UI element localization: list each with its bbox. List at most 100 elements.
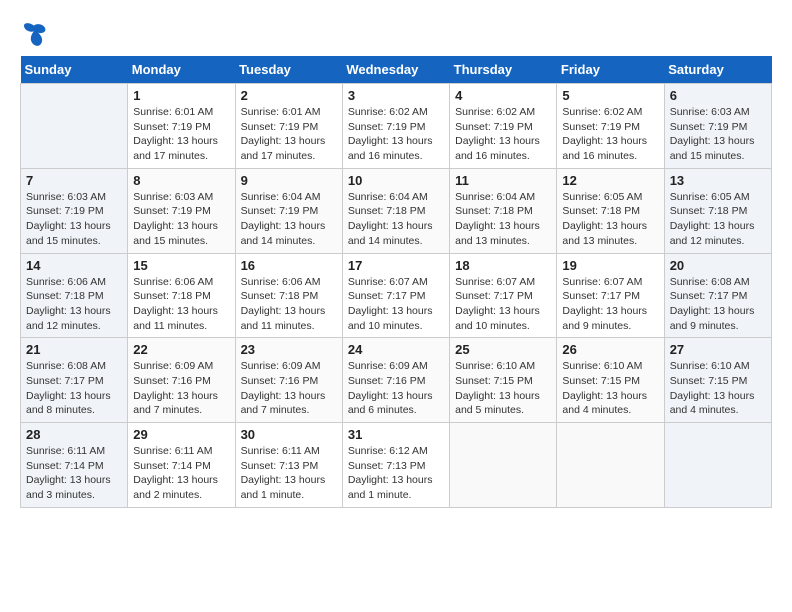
- calendar-cell: 6 Sunrise: 6:03 AMSunset: 7:19 PMDaylight…: [664, 84, 771, 169]
- day-info: Sunrise: 6:08 AMSunset: 7:17 PMDaylight:…: [670, 275, 766, 334]
- day-info: Sunrise: 6:10 AMSunset: 7:15 PMDaylight:…: [455, 359, 551, 418]
- calendar-cell: 16 Sunrise: 6:06 AMSunset: 7:18 PMDayligh…: [235, 253, 342, 338]
- day-number: 15: [133, 258, 229, 273]
- calendar-cell: 23 Sunrise: 6:09 AMSunset: 7:16 PMDayligh…: [235, 338, 342, 423]
- calendar-cell: 25 Sunrise: 6:10 AMSunset: 7:15 PMDayligh…: [450, 338, 557, 423]
- day-info: Sunrise: 6:01 AMSunset: 7:19 PMDaylight:…: [133, 105, 229, 164]
- calendar-cell: 13 Sunrise: 6:05 AMSunset: 7:18 PMDayligh…: [664, 168, 771, 253]
- calendar-cell: 31 Sunrise: 6:12 AMSunset: 7:13 PMDayligh…: [342, 423, 449, 508]
- day-info: Sunrise: 6:09 AMSunset: 7:16 PMDaylight:…: [241, 359, 337, 418]
- day-info: Sunrise: 6:05 AMSunset: 7:18 PMDaylight:…: [562, 190, 658, 249]
- bird-icon: [20, 20, 48, 48]
- calendar-cell: 11 Sunrise: 6:04 AMSunset: 7:18 PMDayligh…: [450, 168, 557, 253]
- day-number: 31: [348, 427, 444, 442]
- day-number: 1: [133, 88, 229, 103]
- day-number: 4: [455, 88, 551, 103]
- day-number: 29: [133, 427, 229, 442]
- calendar-cell: 22 Sunrise: 6:09 AMSunset: 7:16 PMDayligh…: [128, 338, 235, 423]
- day-info: Sunrise: 6:07 AMSunset: 7:17 PMDaylight:…: [455, 275, 551, 334]
- calendar-cell: 12 Sunrise: 6:05 AMSunset: 7:18 PMDayligh…: [557, 168, 664, 253]
- day-info: Sunrise: 6:06 AMSunset: 7:18 PMDaylight:…: [133, 275, 229, 334]
- day-number: 8: [133, 173, 229, 188]
- logo: [20, 20, 52, 48]
- day-info: Sunrise: 6:03 AMSunset: 7:19 PMDaylight:…: [26, 190, 122, 249]
- day-header-tuesday: Tuesday: [235, 56, 342, 84]
- calendar-cell: 30 Sunrise: 6:11 AMSunset: 7:13 PMDayligh…: [235, 423, 342, 508]
- calendar-cell: 19 Sunrise: 6:07 AMSunset: 7:17 PMDayligh…: [557, 253, 664, 338]
- day-number: 28: [26, 427, 122, 442]
- day-info: Sunrise: 6:05 AMSunset: 7:18 PMDaylight:…: [670, 190, 766, 249]
- day-number: 30: [241, 427, 337, 442]
- day-info: Sunrise: 6:11 AMSunset: 7:14 PMDaylight:…: [26, 444, 122, 503]
- calendar-cell: [664, 423, 771, 508]
- day-number: 25: [455, 342, 551, 357]
- calendar-cell: 26 Sunrise: 6:10 AMSunset: 7:15 PMDayligh…: [557, 338, 664, 423]
- day-number: 26: [562, 342, 658, 357]
- day-info: Sunrise: 6:03 AMSunset: 7:19 PMDaylight:…: [670, 105, 766, 164]
- calendar-cell: 5Sunrise: 6:02 AMSunset: 7:19 PMDaylight…: [557, 84, 664, 169]
- calendar-cell: 3 Sunrise: 6:02 AMSunset: 7:19 PMDaylight…: [342, 84, 449, 169]
- day-number: 13: [670, 173, 766, 188]
- day-number: 17: [348, 258, 444, 273]
- day-number: 9: [241, 173, 337, 188]
- day-number: 23: [241, 342, 337, 357]
- calendar-cell: 29 Sunrise: 6:11 AMSunset: 7:14 PMDayligh…: [128, 423, 235, 508]
- day-number: 27: [670, 342, 766, 357]
- day-info: Sunrise: 6:02 AMSunset: 7:19 PMDaylight:…: [455, 105, 551, 164]
- day-number: 18: [455, 258, 551, 273]
- week-row-3: 14Sunrise: 6:06 AMSunset: 7:18 PMDayligh…: [21, 253, 772, 338]
- day-header-saturday: Saturday: [664, 56, 771, 84]
- calendar-cell: 4 Sunrise: 6:02 AMSunset: 7:19 PMDaylight…: [450, 84, 557, 169]
- calendar-cell: 28 Sunrise: 6:11 AMSunset: 7:14 PMDayligh…: [21, 423, 128, 508]
- calendar-cell: 1 Sunrise: 6:01 AMSunset: 7:19 PMDaylight…: [128, 84, 235, 169]
- calendar-cell: 8 Sunrise: 6:03 AMSunset: 7:19 PMDaylight…: [128, 168, 235, 253]
- day-number: 16: [241, 258, 337, 273]
- calendar-cell: 24 Sunrise: 6:09 AMSunset: 7:16 PMDayligh…: [342, 338, 449, 423]
- day-number: 5: [562, 88, 658, 103]
- day-number: 12: [562, 173, 658, 188]
- day-info: Sunrise: 6:07 AMSunset: 7:17 PMDaylight:…: [348, 275, 444, 334]
- day-info: Sunrise: 6:04 AMSunset: 7:18 PMDaylight:…: [348, 190, 444, 249]
- day-info: Sunrise: 6:06 AMSunset: 7:18 PMDaylight:…: [26, 275, 122, 334]
- day-info: Sunrise: 6:10 AMSunset: 7:15 PMDaylight:…: [670, 359, 766, 418]
- day-info: Sunrise: 6:11 AMSunset: 7:13 PMDaylight:…: [241, 444, 337, 503]
- calendar-cell: 2 Sunrise: 6:01 AMSunset: 7:19 PMDaylight…: [235, 84, 342, 169]
- day-number: 24: [348, 342, 444, 357]
- day-header-sunday: Sunday: [21, 56, 128, 84]
- day-number: 6: [670, 88, 766, 103]
- day-info: Sunrise: 6:11 AMSunset: 7:14 PMDaylight:…: [133, 444, 229, 503]
- day-number: 21: [26, 342, 122, 357]
- day-number: 22: [133, 342, 229, 357]
- day-info: Sunrise: 6:07 AMSunset: 7:17 PMDaylight:…: [562, 275, 658, 334]
- calendar-cell: 18 Sunrise: 6:07 AMSunset: 7:17 PMDayligh…: [450, 253, 557, 338]
- day-number: 3: [348, 88, 444, 103]
- day-info: Sunrise: 6:09 AMSunset: 7:16 PMDaylight:…: [133, 359, 229, 418]
- day-header-monday: Monday: [128, 56, 235, 84]
- week-row-4: 21Sunrise: 6:08 AMSunset: 7:17 PMDayligh…: [21, 338, 772, 423]
- day-info: Sunrise: 6:03 AMSunset: 7:19 PMDaylight:…: [133, 190, 229, 249]
- calendar-table: SundayMondayTuesdayWednesdayThursdayFrid…: [20, 56, 772, 508]
- calendar-cell: [21, 84, 128, 169]
- day-number: 20: [670, 258, 766, 273]
- day-info: Sunrise: 6:04 AMSunset: 7:19 PMDaylight:…: [241, 190, 337, 249]
- day-info: Sunrise: 6:01 AMSunset: 7:19 PMDaylight:…: [241, 105, 337, 164]
- day-header-wednesday: Wednesday: [342, 56, 449, 84]
- day-number: 19: [562, 258, 658, 273]
- week-row-2: 7Sunrise: 6:03 AMSunset: 7:19 PMDaylight…: [21, 168, 772, 253]
- day-info: Sunrise: 6:04 AMSunset: 7:18 PMDaylight:…: [455, 190, 551, 249]
- day-info: Sunrise: 6:06 AMSunset: 7:18 PMDaylight:…: [241, 275, 337, 334]
- day-info: Sunrise: 6:12 AMSunset: 7:13 PMDaylight:…: [348, 444, 444, 503]
- week-row-5: 28 Sunrise: 6:11 AMSunset: 7:14 PMDayligh…: [21, 423, 772, 508]
- calendar-cell: 7Sunrise: 6:03 AMSunset: 7:19 PMDaylight…: [21, 168, 128, 253]
- calendar-cell: 15 Sunrise: 6:06 AMSunset: 7:18 PMDayligh…: [128, 253, 235, 338]
- day-info: Sunrise: 6:09 AMSunset: 7:16 PMDaylight:…: [348, 359, 444, 418]
- calendar-cell: [557, 423, 664, 508]
- day-info: Sunrise: 6:10 AMSunset: 7:15 PMDaylight:…: [562, 359, 658, 418]
- calendar-cell: 21Sunrise: 6:08 AMSunset: 7:17 PMDayligh…: [21, 338, 128, 423]
- day-info: Sunrise: 6:02 AMSunset: 7:19 PMDaylight:…: [348, 105, 444, 164]
- calendar-cell: 17 Sunrise: 6:07 AMSunset: 7:17 PMDayligh…: [342, 253, 449, 338]
- day-number: 11: [455, 173, 551, 188]
- week-row-1: 1 Sunrise: 6:01 AMSunset: 7:19 PMDaylight…: [21, 84, 772, 169]
- day-number: 2: [241, 88, 337, 103]
- calendar-cell: 20 Sunrise: 6:08 AMSunset: 7:17 PMDayligh…: [664, 253, 771, 338]
